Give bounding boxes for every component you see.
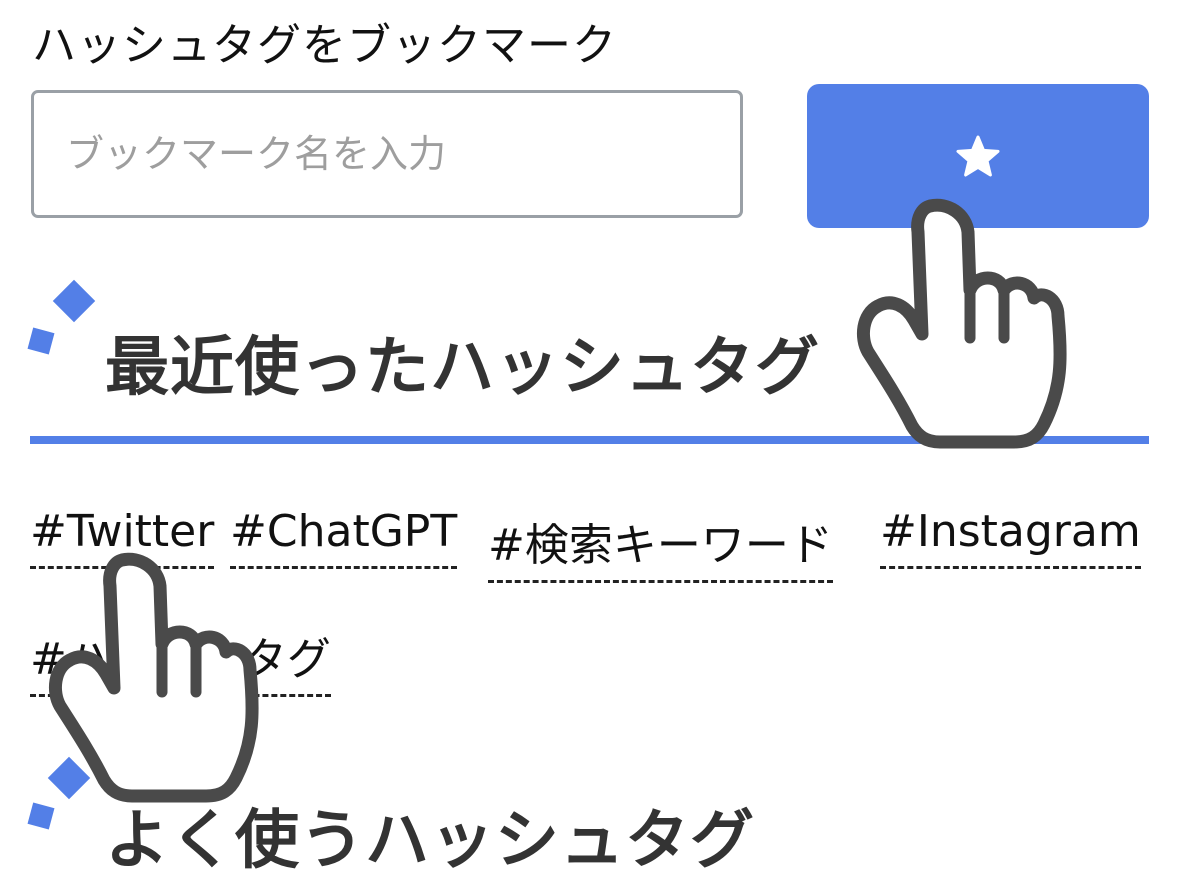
bookmark-name-input[interactable] (31, 90, 743, 218)
tag-link-chatgpt[interactable]: #ChatGPT (230, 504, 458, 569)
frequent-section-title: よく使うハッシュタグ (105, 804, 755, 878)
tag-link-search-keyword[interactable]: #検索キーワード (488, 518, 833, 583)
heading-decoration (52, 279, 96, 323)
page: ハッシュタグをブックマーク 最近使ったハッシュタグ #Twitter #Chat… (0, 0, 1179, 889)
bookmark-title: ハッシュタグをブックマーク (32, 20, 617, 71)
heading-decoration (27, 802, 55, 830)
section-divider (30, 436, 1149, 444)
heading-decoration (27, 327, 55, 355)
recent-section-header: 最近使ったハッシュタグ (0, 279, 1179, 440)
frequent-section-header: よく使うハッシュタグ (0, 745, 1179, 889)
bookmark-add-button[interactable] (807, 84, 1149, 228)
recent-section-title: 最近使ったハッシュタグ (105, 331, 820, 405)
star-icon (956, 135, 1000, 177)
heading-decoration (47, 756, 91, 800)
tag-link-twitter[interactable]: #Twitter (30, 504, 215, 569)
tag-link-instagram[interactable]: #Instagram (880, 504, 1141, 569)
tag-link-hashtag[interactable]: #ハッシュタグ (30, 632, 331, 697)
